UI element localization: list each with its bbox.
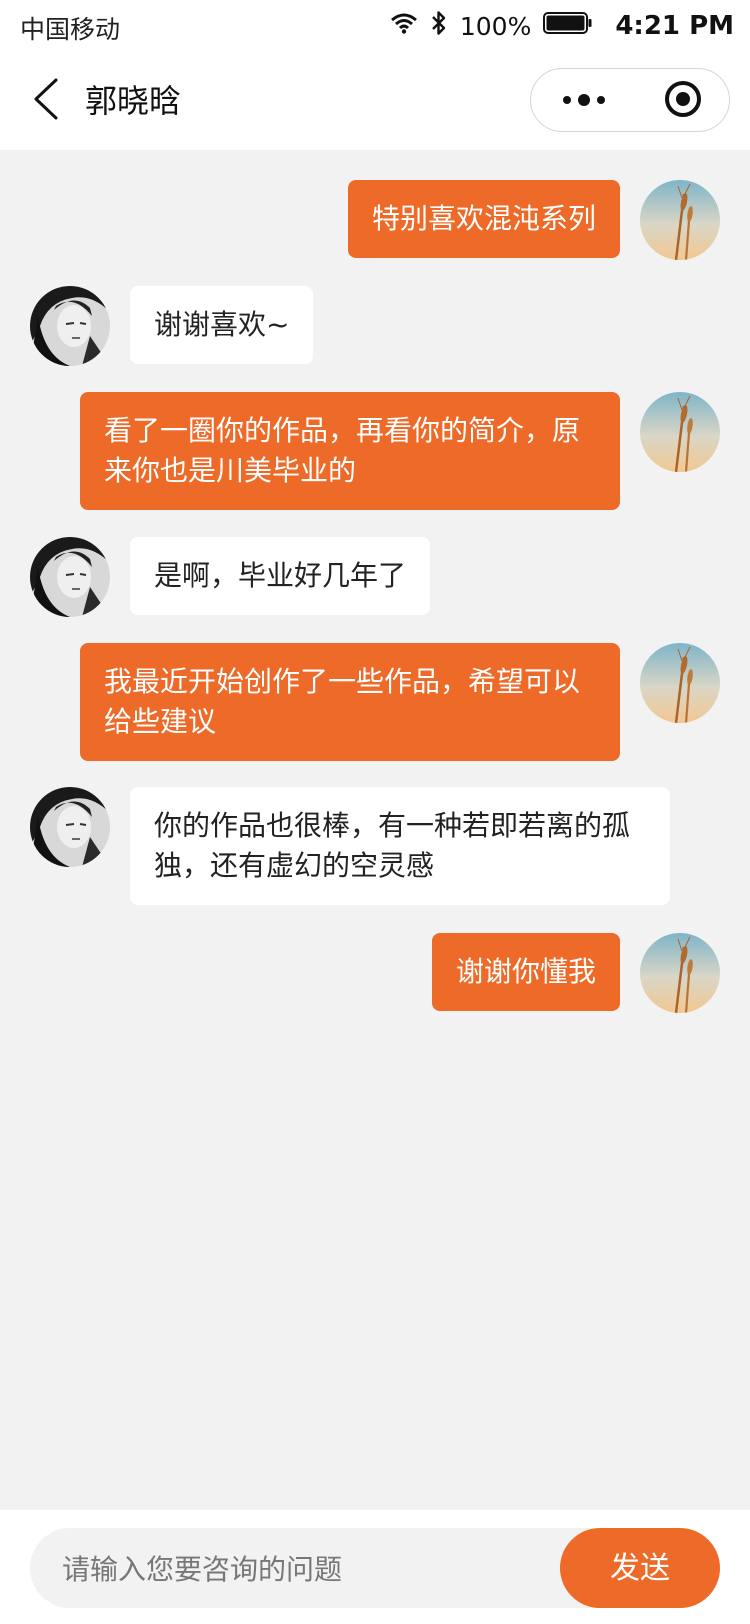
chat-screen: 中国移动 100% 4:21 PM 郭晓晗 特别喜欢混沌系列 谢谢喜欢~ 看了一… bbox=[0, 0, 750, 1624]
message-bubble: 你的作品也很棒，有一种若即若离的孤独，还有虚幻的空灵感 bbox=[130, 787, 670, 905]
message-bubble: 特别喜欢混沌系列 bbox=[347, 180, 620, 258]
question-input[interactable] bbox=[60, 1528, 564, 1610]
contact-avatar[interactable] bbox=[30, 787, 110, 867]
mini-program-capsule bbox=[530, 68, 730, 132]
user-avatar[interactable] bbox=[640, 392, 720, 472]
clock: 4:21 PM bbox=[615, 11, 734, 41]
user-avatar[interactable] bbox=[640, 643, 720, 723]
battery-icon bbox=[543, 11, 593, 41]
status-bar: 中国移动 100% 4:21 PM bbox=[0, 0, 750, 52]
message-bubble: 我最近开始创作了一些作品，希望可以给些建议 bbox=[80, 643, 620, 761]
status-indicators: 100% 4:21 PM bbox=[390, 8, 734, 44]
message-outgoing: 谢谢你懂我 bbox=[431, 933, 720, 1013]
bluetooth-icon bbox=[430, 9, 448, 44]
message-incoming: 谢谢喜欢~ bbox=[30, 286, 314, 366]
message-incoming: 你的作品也很棒，有一种若即若离的孤独，还有虚幻的空灵感 bbox=[30, 787, 670, 905]
contact-avatar[interactable] bbox=[30, 537, 110, 617]
send-button[interactable]: 发送 bbox=[560, 1528, 720, 1608]
message-bubble: 是啊，毕业好几年了 bbox=[130, 537, 431, 615]
message-incoming: 是啊，毕业好几年了 bbox=[30, 537, 431, 617]
message-outgoing: 看了一圈你的作品，再看你的简介，原来你也是川美毕业的 bbox=[80, 392, 720, 510]
user-avatar[interactable] bbox=[640, 180, 720, 260]
wifi-icon bbox=[390, 11, 418, 41]
chevron-left-icon bbox=[31, 77, 61, 125]
contact-avatar[interactable] bbox=[30, 286, 110, 366]
input-bar: 发送 bbox=[0, 1510, 750, 1624]
battery-percent: 100% bbox=[459, 11, 532, 41]
close-capsule-button[interactable] bbox=[653, 79, 713, 123]
message-outgoing: 我最近开始创作了一些作品，希望可以给些建议 bbox=[80, 643, 720, 761]
message-bubble: 谢谢你懂我 bbox=[431, 933, 620, 1011]
input-wrapper: 发送 bbox=[30, 1528, 720, 1610]
message-bubble: 谢谢喜欢~ bbox=[130, 286, 314, 364]
back-button[interactable] bbox=[22, 74, 70, 128]
message-bubble: 看了一圈你的作品，再看你的简介，原来你也是川美毕业的 bbox=[80, 392, 620, 510]
chat-area: 特别喜欢混沌系列 谢谢喜欢~ 看了一圈你的作品，再看你的简介，原来你也是川美毕业… bbox=[0, 150, 750, 1510]
page-title: 郭晓晗 bbox=[85, 82, 182, 120]
nav-bar: 郭晓晗 bbox=[0, 52, 750, 150]
user-avatar[interactable] bbox=[640, 933, 720, 1013]
message-outgoing: 特别喜欢混沌系列 bbox=[347, 180, 720, 260]
target-icon bbox=[663, 79, 703, 123]
carrier-label: 中国移动 bbox=[20, 15, 121, 44]
more-dots-icon bbox=[562, 92, 606, 111]
more-button[interactable] bbox=[549, 79, 619, 123]
